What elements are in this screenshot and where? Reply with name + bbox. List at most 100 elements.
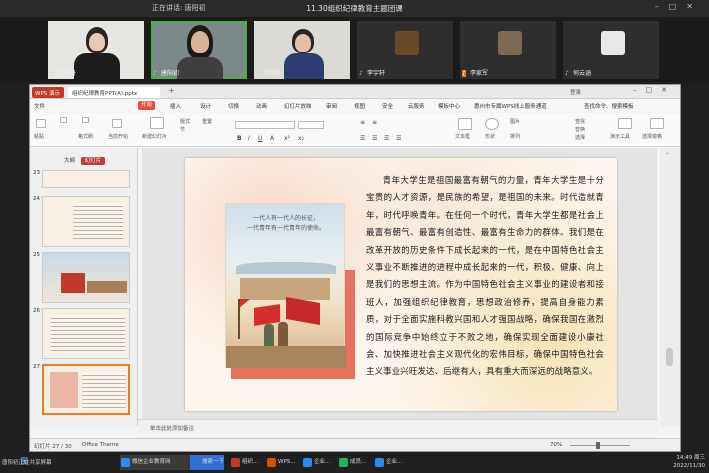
zoom-slider-thumb[interactable] xyxy=(596,442,600,449)
presentation-tools-button[interactable]: 演示工具 xyxy=(610,133,630,140)
selection-pane-icon[interactable] xyxy=(650,118,664,129)
align-left-icon[interactable]: ☰ xyxy=(360,135,365,142)
thumb-number: 26 xyxy=(33,308,40,314)
mic-icon: ♪ xyxy=(256,70,260,77)
tab-slides[interactable]: 幻灯片 xyxy=(80,157,106,165)
participant-tile[interactable]: ♪ 唐阳初 xyxy=(151,21,247,79)
new-slide-icon[interactable] xyxy=(150,117,164,129)
thumb-number: 23 xyxy=(33,170,40,176)
menu-home[interactable]: 开始 xyxy=(138,101,156,110)
bold-icon[interactable]: B xyxy=(237,135,242,142)
bullet-list-icon[interactable]: ≡ xyxy=(360,119,365,126)
replace-button[interactable]: 替换 xyxy=(575,126,585,133)
participant-tile[interactable]: ♪ 何云涵 xyxy=(563,21,659,79)
find-button[interactable]: 查找 xyxy=(575,118,585,125)
tab-document[interactable]: 组织纪律教育PPT(A).pptx xyxy=(68,87,160,98)
align-center-icon[interactable]: ☰ xyxy=(372,135,377,142)
menu-view[interactable]: 视图 xyxy=(354,102,365,110)
menu-review[interactable]: 审阅 xyxy=(326,102,337,110)
menu-security[interactable]: 安全 xyxy=(382,102,393,110)
new-slide-button[interactable]: 新建幻灯片 xyxy=(142,133,167,140)
scroll-up-icon[interactable]: ⌃ xyxy=(665,152,670,159)
layout-button[interactable]: 版式 xyxy=(180,118,190,125)
align-right-icon[interactable]: ☰ xyxy=(384,135,389,142)
superscript-icon[interactable]: x² xyxy=(284,135,290,142)
italic-icon[interactable]: I xyxy=(248,135,250,142)
play-icon[interactable] xyxy=(112,119,122,128)
search-commands[interactable]: 查找命令、搜索模板 xyxy=(584,102,634,110)
paste-icon[interactable] xyxy=(36,119,46,128)
login-link[interactable]: 登录 xyxy=(570,88,581,96)
taskbar-item[interactable]: 企业... xyxy=(374,455,408,470)
scroll-thumb[interactable] xyxy=(666,348,673,366)
font-color-icon[interactable]: A xyxy=(270,135,274,142)
section-button[interactable]: 节 xyxy=(180,126,185,133)
from-current-button[interactable]: 当前开始 xyxy=(108,133,128,140)
slide-body-text[interactable]: 青年大学生是祖国最富有朝气的力量，青年大学生是十分宝贵的人才资源，是民族的希望，… xyxy=(366,172,604,381)
system-tray-clock[interactable]: 14:49 周三 2022/11/30 xyxy=(673,454,705,470)
paste-button[interactable]: 粘贴 xyxy=(34,133,44,140)
font-size-field[interactable] xyxy=(298,121,324,129)
window-controls[interactable]: –□✕ xyxy=(633,86,676,94)
zoom-slider[interactable] xyxy=(570,445,630,446)
textbox-button[interactable]: 文本框 xyxy=(455,133,470,140)
menu-file[interactable]: 文件 xyxy=(34,102,45,110)
number-list-icon[interactable]: ≡ xyxy=(372,119,377,126)
underline-icon[interactable]: U xyxy=(258,135,262,142)
menu-service-channel[interactable]: 惠州市专属WPS线上服务通道 xyxy=(474,102,547,110)
subscript-icon[interactable]: x₂ xyxy=(298,135,304,142)
participant-tile[interactable]: ♪ 李宇轩 xyxy=(357,21,453,79)
tab-wps-home[interactable]: WPS 演示 xyxy=(32,87,64,98)
slide-thumbnail-selected[interactable] xyxy=(42,364,130,415)
taskbar-search[interactable]: 搜索一下 xyxy=(190,455,224,470)
participant-tile[interactable]: ♪ 魏晓丹 xyxy=(48,21,144,79)
thumb-number: 25 xyxy=(33,252,40,258)
taskbar-item[interactable]: 企业... xyxy=(302,455,336,470)
slide-thumbnail[interactable] xyxy=(42,170,130,188)
shape-button[interactable]: 形状 xyxy=(485,133,495,140)
participant-strip: ♪ 魏晓丹 ♪ 唐阳初 ♪ 邓桐杰 ♪ 李宇轩 ♪ 李家军 ♪ 何云涵 xyxy=(0,17,709,82)
slide-thumbnail[interactable] xyxy=(42,252,130,303)
menu-templates[interactable]: 模板中心 xyxy=(438,102,460,110)
vertical-scrollbar[interactable]: ⌃ xyxy=(660,148,680,426)
new-tab-icon[interactable]: + xyxy=(168,86,175,95)
participant-tile[interactable]: ♪ 李家军 xyxy=(460,21,556,79)
menu-insert[interactable]: 插入 xyxy=(170,102,181,110)
taskbar-item[interactable]: WPS... xyxy=(266,455,300,470)
picture-button[interactable]: 图片 xyxy=(510,118,520,125)
window-controls[interactable]: –□✕ xyxy=(655,2,703,11)
menu-transition[interactable]: 切换 xyxy=(228,102,239,110)
menu-animation[interactable]: 动画 xyxy=(256,102,267,110)
reset-button[interactable]: 重置 xyxy=(202,118,212,125)
taskbar-item[interactable]: 组织... xyxy=(230,455,264,470)
poster-illustration: 一代人有一代人的长征， 一代青年有一代青年的使命。 xyxy=(225,203,346,368)
notes-pane[interactable]: 单击此处添加备注 xyxy=(138,419,658,433)
taskbar-item[interactable]: 微信企业教育网 xyxy=(120,455,190,470)
slide-thumbnail[interactable] xyxy=(42,196,130,247)
font-name-field[interactable] xyxy=(235,121,295,129)
zoom-level[interactable]: 70% xyxy=(550,442,562,448)
cut-icon[interactable] xyxy=(60,117,67,123)
format-painter-button[interactable]: 格式刷 xyxy=(78,133,93,140)
tab-outline[interactable]: 大纲 xyxy=(60,157,79,165)
textbox-icon[interactable] xyxy=(458,118,472,130)
avatar xyxy=(395,31,419,55)
mic-icon: ♪ xyxy=(462,70,466,77)
taskbar-item[interactable]: 成员... xyxy=(338,455,372,470)
menu-design[interactable]: 设计 xyxy=(200,102,211,110)
arrange-button[interactable]: 排列 xyxy=(510,133,520,140)
participant-tile[interactable]: ♪ 邓桐杰 xyxy=(254,21,350,79)
notes-placeholder[interactable]: 单击此处添加备注 xyxy=(150,426,194,432)
menu-slideshow[interactable]: 幻灯片放映 xyxy=(284,102,312,110)
slide-thumbnail[interactable] xyxy=(42,308,130,359)
current-slide[interactable]: 一代人有一代人的长征， 一代青年有一代青年的使命。 青年大学生是祖国最富有朝气的… xyxy=(185,158,617,411)
justify-icon[interactable]: ☰ xyxy=(396,135,401,142)
copy-icon[interactable] xyxy=(82,117,89,123)
select-button[interactable]: 选择 xyxy=(575,134,585,141)
shape-icon[interactable] xyxy=(485,118,499,130)
taskbar-item-label: 企业... xyxy=(386,459,403,465)
participant-name: 李宇轩 xyxy=(367,70,386,77)
menu-cloud[interactable]: 云服务 xyxy=(408,102,425,110)
selection-pane-button[interactable]: 选择窗格 xyxy=(642,133,662,140)
presentation-tools-icon[interactable] xyxy=(618,118,632,129)
